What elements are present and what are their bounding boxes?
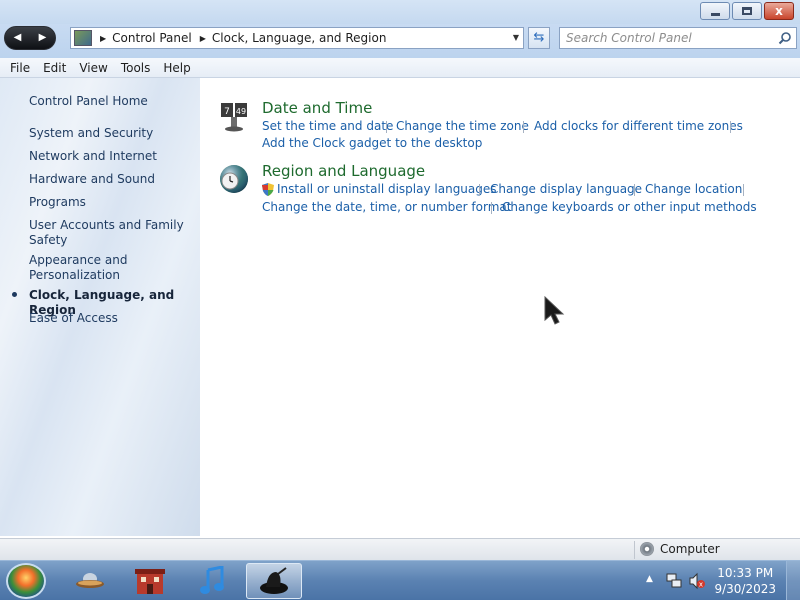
menu-help[interactable]: Help — [163, 61, 190, 75]
black-hat-app-icon — [260, 567, 288, 594]
selected-bullet-icon — [12, 292, 17, 297]
svg-text:49: 49 — [236, 107, 246, 116]
clock-date: 9/30/2023 — [714, 582, 776, 596]
clock-time: 10:33 PM — [717, 566, 774, 580]
link-add-clocks[interactable]: Add clocks for different time zones — [534, 119, 743, 133]
volume-muted-icon[interactable]: x — [688, 572, 706, 590]
taskbar-app-ufo[interactable] — [62, 563, 118, 599]
computer-icon — [640, 542, 654, 556]
link-add-clock-gadget[interactable]: Add the Clock gadget to the desktop — [262, 136, 482, 150]
link-set-time-date[interactable]: Set the time and date — [262, 119, 393, 133]
breadcrumb-clock-language-region[interactable]: Clock, Language, and Region — [212, 31, 387, 45]
breadcrumb-separator-icon[interactable]: ▶ — [200, 34, 206, 43]
link-change-location[interactable]: Change location — [645, 182, 742, 196]
menu-edit[interactable]: Edit — [43, 61, 66, 75]
link-separator — [479, 184, 480, 196]
link-install-display-languages[interactable]: Install or uninstall display languages — [277, 182, 497, 196]
link-separator — [634, 184, 635, 196]
category-title-region-language[interactable]: Region and Language — [262, 162, 425, 180]
clock-calendar-icon[interactable]: 7 49 — [218, 100, 250, 132]
svg-text:7: 7 — [224, 107, 230, 117]
sidebar-item-label: User Accounts and Family — [29, 218, 184, 232]
maximize-icon — [742, 7, 752, 15]
breadcrumb-control-panel[interactable]: Control Panel — [112, 31, 192, 45]
status-bar: Computer — [0, 538, 800, 560]
red-building-app-icon — [135, 569, 165, 594]
sidebar-item-ease-of-access[interactable]: Ease of Access — [29, 311, 118, 326]
sidebar-item-label: Safety — [29, 233, 68, 247]
search-input[interactable]: Search Control Panel — [559, 27, 797, 49]
sidebar-item-system-security[interactable]: System and Security — [29, 126, 153, 141]
status-location: Computer — [640, 542, 720, 556]
menu-file[interactable]: File — [10, 61, 30, 75]
sidebar-item-network-internet[interactable]: Network and Internet — [29, 149, 157, 164]
control-panel-icon — [74, 30, 92, 46]
close-button[interactable]: x — [764, 2, 794, 20]
breadcrumb-separator-icon[interactable]: ▶ — [100, 34, 106, 43]
minimize-icon — [710, 12, 720, 16]
sidebar-item-label: Appearance and — [29, 253, 128, 267]
refresh-icon: ⇆ — [533, 30, 545, 45]
menu-bar: File Edit View Tools Help — [0, 58, 800, 78]
address-dropdown-icon[interactable]: ▼ — [513, 33, 519, 42]
forward-arrow-icon[interactable]: ▶ — [39, 33, 47, 43]
link-change-time-zone[interactable]: Change the time zone — [396, 119, 529, 133]
address-bar[interactable]: ▶ Control Panel ▶ Clock, Language, and R… — [70, 27, 524, 49]
sidebar-item-label: Personalization — [29, 268, 120, 282]
navigation-bar: ◀ ▶ ▶ Control Panel ▶ Clock, Language, a… — [0, 24, 800, 58]
menu-view[interactable]: View — [79, 61, 107, 75]
svg-text:x: x — [699, 581, 703, 589]
mouse-cursor-icon — [544, 296, 565, 325]
window-titlebar: x — [0, 0, 800, 24]
minimize-button[interactable] — [700, 2, 730, 20]
search-icon[interactable] — [778, 31, 792, 45]
link-change-keyboards[interactable]: Change keyboards or other input methods — [502, 200, 757, 214]
menu-tools[interactable]: Tools — [121, 61, 151, 75]
show-desktop-button[interactable] — [786, 561, 800, 600]
start-button-icon[interactable] — [6, 563, 46, 599]
main-content: 7 49 Date and Time Set the time and date… — [200, 78, 800, 536]
sidebar-item-user-accounts[interactable]: User Accounts and Family Safety — [29, 218, 184, 248]
link-change-display-language[interactable]: Change display language — [490, 182, 642, 196]
maximize-button[interactable] — [732, 2, 762, 20]
sidebar-home-link[interactable]: Control Panel Home — [29, 94, 148, 109]
sidebar-item-programs[interactable]: Programs — [29, 195, 86, 210]
link-separator — [743, 184, 744, 196]
caption-buttons: x — [700, 2, 794, 20]
uac-shield-icon — [262, 183, 274, 196]
globe-clock-icon[interactable] — [218, 163, 250, 195]
taskbar-clock[interactable]: 10:33 PM 9/30/2023 — [714, 565, 776, 597]
system-tray: ▲ x 10:33 PM 9/30/2023 — [630, 561, 800, 600]
show-hidden-icons-icon[interactable]: ▲ — [646, 574, 653, 584]
link-separator — [730, 121, 731, 133]
link-separator — [523, 121, 524, 133]
link-separator — [386, 121, 387, 133]
close-icon: x — [775, 4, 783, 18]
ufo-app-icon — [76, 573, 104, 588]
network-icon[interactable] — [666, 572, 682, 590]
category-title-date-time[interactable]: Date and Time — [262, 99, 372, 117]
taskbar-app-building[interactable] — [122, 563, 178, 599]
back-arrow-icon[interactable]: ◀ — [14, 33, 22, 43]
sidebar: Control Panel Home System and Security N… — [0, 78, 200, 536]
search-placeholder: Search Control Panel — [566, 31, 692, 45]
taskbar-app-music[interactable] — [184, 563, 240, 599]
music-note-app-icon — [200, 566, 224, 594]
sidebar-item-appearance[interactable]: Appearance and Personalization — [29, 253, 127, 283]
link-separator — [491, 202, 492, 214]
refresh-button[interactable]: ⇆ — [528, 27, 550, 49]
back-forward-buttons: ◀ ▶ — [4, 26, 56, 50]
status-divider — [634, 541, 635, 559]
taskbar: ▲ x 10:33 PM 9/30/2023 — [0, 560, 800, 600]
taskbar-app-active[interactable] — [246, 563, 302, 599]
status-location-label: Computer — [660, 542, 720, 556]
sidebar-item-hardware-sound[interactable]: Hardware and Sound — [29, 172, 155, 187]
link-change-date-time-format[interactable]: Change the date, time, or number format — [262, 200, 511, 214]
